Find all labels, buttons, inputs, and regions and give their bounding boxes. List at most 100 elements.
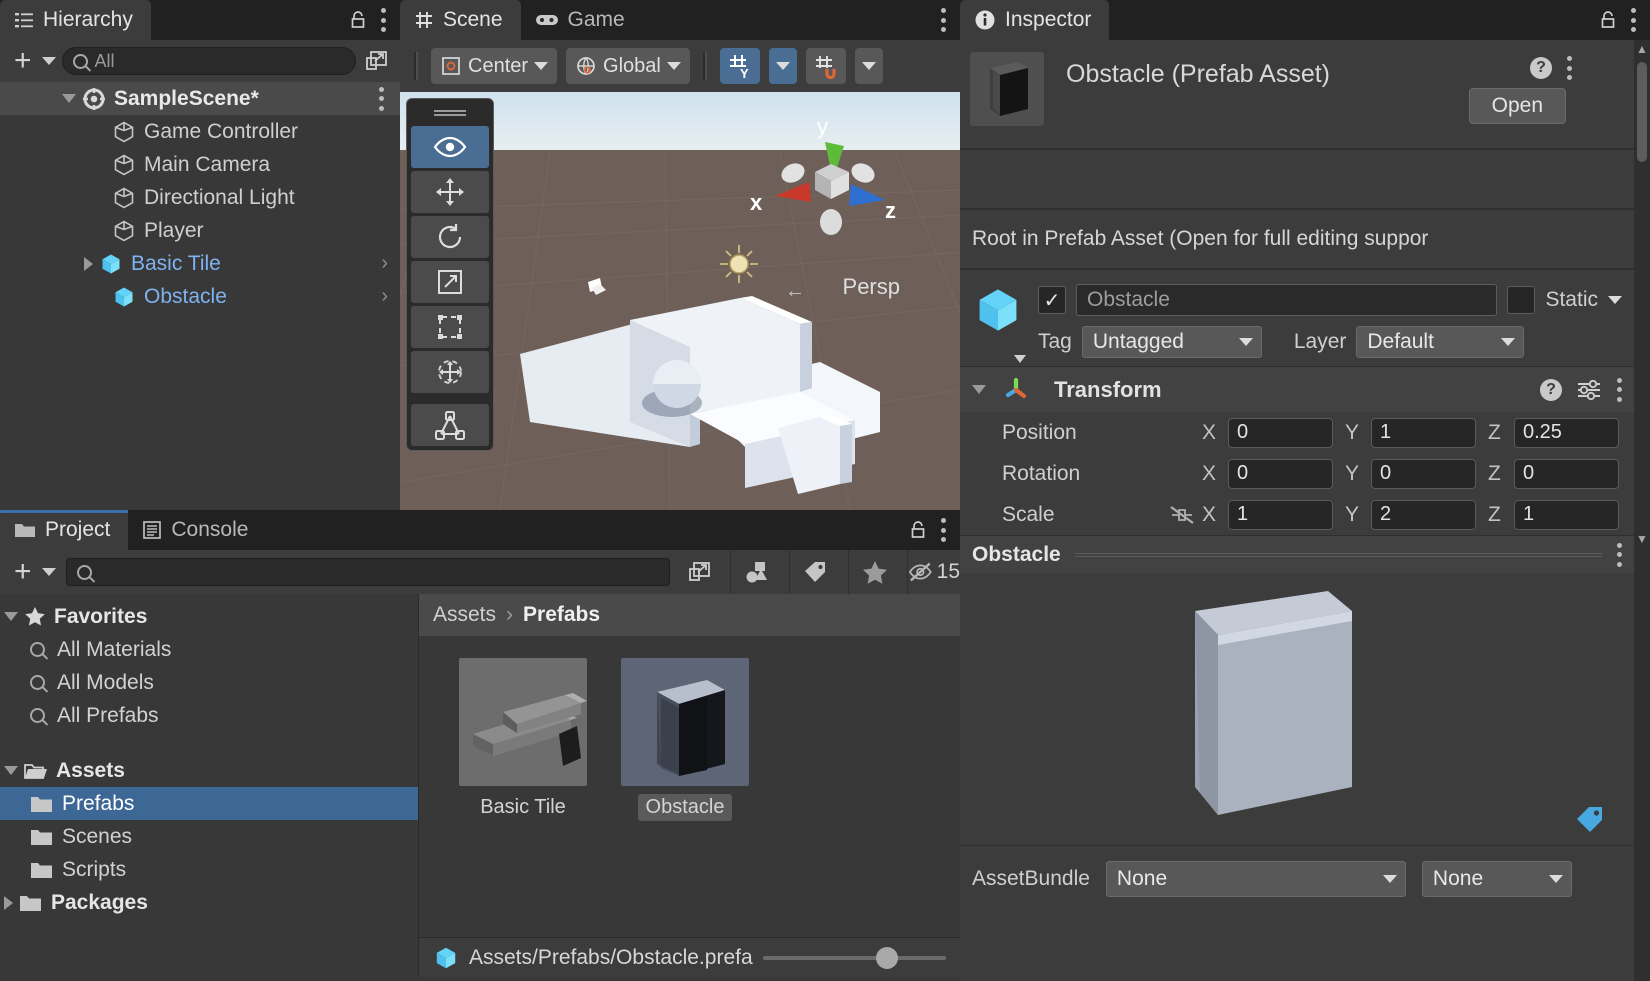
position-z-input[interactable]: 0.25 (1514, 417, 1619, 448)
project-item-prefabs[interactable]: Prefabs (0, 787, 418, 820)
transform-component-header[interactable]: Transform ? (960, 366, 1634, 412)
handle-space-dropdown[interactable]: Global (566, 48, 690, 84)
hidden-packages-count[interactable]: 15 (907, 550, 960, 594)
scene-menu-icon[interactable] (378, 86, 384, 111)
preview-label-icon[interactable] (1574, 805, 1606, 833)
rotation-x-input[interactable]: 0 (1228, 458, 1333, 489)
project-item-all-materials[interactable]: All Materials (0, 633, 418, 666)
grid-axis-dropdown[interactable] (768, 48, 797, 84)
scrollbar-thumb[interactable] (1637, 62, 1647, 162)
enabled-checkbox[interactable]: ✓ (1038, 286, 1066, 314)
hierarchy-item-directional-light[interactable]: Directional Light (0, 181, 400, 214)
project-open-in-new-icon[interactable] (676, 558, 724, 586)
scroll-down-arrow-icon[interactable]: ▼ (1634, 530, 1650, 548)
custom-editor-tool-button[interactable] (411, 404, 489, 446)
create-dropdown-icon[interactable] (41, 568, 56, 576)
hierarchy-item-samplescene[interactable]: SampleScene* (0, 82, 400, 115)
hierarchy-menu-icon[interactable] (380, 8, 386, 32)
hierarchy-item-player[interactable]: Player (0, 214, 400, 247)
scale-tool-button[interactable] (411, 261, 489, 303)
project-item-scripts[interactable]: Scripts (0, 853, 418, 886)
tab-console[interactable]: Console (128, 510, 266, 550)
project-item-all-models[interactable]: All Models (0, 666, 418, 699)
breadcrumb-assets[interactable]: Assets (433, 603, 496, 627)
chevron-down-icon[interactable] (4, 612, 18, 621)
chevron-right-icon[interactable] (4, 895, 13, 910)
tab-inspector[interactable]: Inspector (960, 0, 1110, 40)
grid-axis-button[interactable]: Y (719, 48, 760, 84)
snap-increment-button[interactable] (805, 48, 846, 84)
asset-preview-header[interactable]: Obstacle (960, 535, 1634, 573)
preview-menu-icon[interactable] (1616, 542, 1622, 567)
hierarchy-item-basic-tile[interactable]: Basic Tile › (0, 247, 400, 280)
filter-by-type-button[interactable] (730, 550, 783, 594)
position-y-input[interactable]: 1 (1371, 417, 1476, 448)
scale-x-input[interactable]: 1 (1228, 499, 1333, 530)
hierarchy-search-input[interactable]: All (61, 47, 356, 75)
thumbnail-size-slider[interactable] (762, 946, 946, 969)
snap-settings-dropdown[interactable] (854, 48, 883, 84)
icon-dropdown-caret[interactable] (1012, 352, 1028, 370)
prefab-open-chevron-icon[interactable]: › (381, 252, 388, 275)
tab-scene[interactable]: Scene (400, 0, 521, 40)
hierarchy-item-obstacle[interactable]: Obstacle › (0, 280, 400, 313)
scene-orientation-gizmo[interactable]: y x z (745, 110, 905, 270)
static-dropdown-icon[interactable] (1608, 296, 1622, 304)
static-checkbox[interactable]: ✓ (1507, 286, 1536, 314)
rotation-y-input[interactable]: 0 (1371, 458, 1476, 489)
hierarchy-item-game-controller[interactable]: Game Controller (0, 115, 400, 148)
lock-icon[interactable] (908, 519, 928, 541)
scene-menu-icon[interactable] (940, 8, 946, 32)
layer-dropdown[interactable]: Default (1356, 326, 1525, 358)
assetbundle-dropdown[interactable]: None (1105, 860, 1406, 897)
overlay-drag-handle[interactable] (411, 103, 489, 123)
asset-large-preview[interactable] (960, 573, 1634, 845)
create-asset-button[interactable]: + (10, 557, 36, 587)
rect-tool-button[interactable] (411, 306, 489, 348)
tab-project[interactable]: Project (0, 510, 129, 550)
asset-item-basic-tile[interactable]: Basic Tile (459, 658, 587, 821)
breadcrumb-prefabs[interactable]: Prefabs (523, 603, 600, 627)
constrain-proportions-icon[interactable] (1168, 504, 1196, 526)
add-gameobject-button[interactable]: + (10, 46, 36, 76)
view-tool-button[interactable] (411, 126, 489, 168)
chevron-down-icon[interactable] (972, 385, 986, 394)
tab-hierarchy[interactable]: Hierarchy (0, 0, 151, 40)
project-search-input[interactable] (65, 558, 670, 586)
rotation-z-input[interactable]: 0 (1514, 458, 1619, 489)
project-item-scenes[interactable]: Scenes (0, 820, 418, 853)
asset-item-obstacle[interactable]: Obstacle (621, 658, 749, 821)
inspector-scrollbar[interactable]: ▲ ▼ (1634, 40, 1650, 981)
favorites-filter-button[interactable] (848, 550, 901, 594)
hierarchy-open-in-new-icon[interactable] (362, 47, 392, 75)
transform-menu-icon[interactable] (1616, 377, 1622, 402)
add-dropdown-icon[interactable] (41, 57, 56, 65)
help-icon[interactable]: ? (1540, 378, 1562, 401)
hierarchy-item-main-camera[interactable]: Main Camera (0, 148, 400, 181)
help-icon[interactable]: ? (1530, 57, 1552, 79)
chevron-down-icon[interactable] (4, 766, 18, 775)
position-x-input[interactable]: 0 (1228, 417, 1333, 448)
scroll-up-arrow-icon[interactable]: ▲ (1634, 40, 1650, 58)
scale-y-input[interactable]: 2 (1371, 499, 1476, 530)
open-button[interactable]: Open (1468, 88, 1566, 124)
slider-knob[interactable] (876, 946, 898, 969)
scene-viewport[interactable]: y x z ← Persp (400, 92, 960, 510)
move-tool-button[interactable] (411, 171, 489, 213)
chevron-down-icon[interactable] (62, 94, 76, 103)
tab-game[interactable]: Game (521, 0, 643, 40)
inspector-menu-icon[interactable] (1630, 8, 1636, 32)
tag-dropdown[interactable]: Untagged (1081, 326, 1262, 358)
lock-icon[interactable] (1598, 9, 1618, 31)
project-item-packages[interactable]: Packages (0, 886, 418, 919)
transform-tool-button[interactable] (411, 351, 489, 393)
gameobject-name-field[interactable]: Obstacle (1076, 284, 1498, 316)
assetbundle-variant-dropdown[interactable]: None (1421, 860, 1572, 897)
inspector-settings-icon[interactable] (1566, 56, 1572, 80)
project-item-all-prefabs[interactable]: All Prefabs (0, 699, 418, 732)
preset-icon[interactable] (1576, 379, 1602, 401)
lock-icon[interactable] (348, 9, 368, 31)
chevron-right-icon[interactable] (84, 256, 93, 271)
scale-z-input[interactable]: 1 (1514, 499, 1619, 530)
filter-by-label-button[interactable] (789, 550, 842, 594)
